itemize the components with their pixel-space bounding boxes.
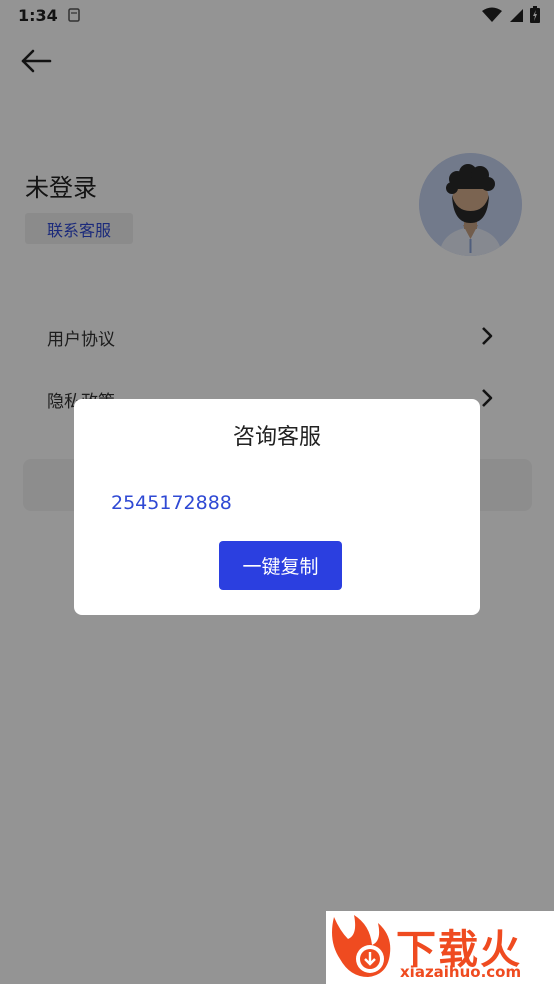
support-number: 2545172888: [111, 492, 232, 514]
watermark-logo: 下载火 xiazaihuo.com: [326, 911, 554, 984]
dialog-title: 咨询客服: [232, 425, 321, 450]
copy-button[interactable]: 一键复制: [219, 541, 342, 590]
consult-support-dialog: 咨询客服 2545172888 一键复制: [74, 399, 480, 615]
flame-logo-icon: [332, 915, 391, 977]
watermark-url: xiazaihuo.com: [400, 963, 522, 981]
